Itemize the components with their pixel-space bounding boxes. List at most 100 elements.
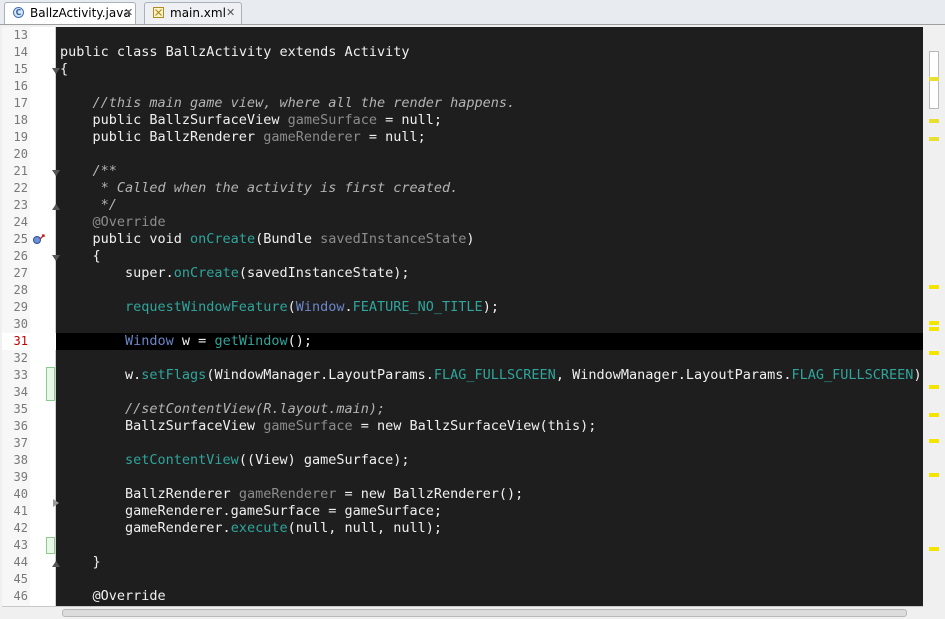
code-token: FLAG_FULLSCREEN (433, 367, 556, 383)
tab-main-xml[interactable]: main.xml ✕ (144, 2, 242, 24)
warning-marker[interactable] (929, 413, 939, 417)
code-line[interactable]: 20 (2, 146, 923, 163)
code-text: requestWindowFeature(Window.FEATURE_NO_T… (60, 299, 499, 316)
code-token: gameSurface (287, 112, 377, 128)
code-line[interactable]: 18 public BallzSurfaceView gameSurface =… (2, 112, 923, 129)
warning-marker[interactable] (929, 137, 939, 141)
code-line[interactable]: 31 Window w = getWindow(); (2, 333, 923, 350)
code-line[interactable]: 30 (2, 316, 923, 333)
code-token: extends Activity (271, 44, 410, 60)
scrollbar-thumb[interactable] (62, 609, 907, 617)
code-text: //this main game view, where all the ren… (60, 95, 516, 112)
fold-expand-icon[interactable] (52, 499, 60, 507)
warning-marker[interactable] (929, 285, 939, 289)
code-line[interactable]: 34 (2, 384, 923, 401)
code-line[interactable]: 45 (2, 571, 923, 588)
warning-marker[interactable] (929, 119, 939, 123)
code-line[interactable]: 39 (2, 469, 923, 486)
code-token: */ (60, 197, 117, 213)
code-line[interactable]: 25 public void onCreate(Bundle savedInst… (2, 231, 923, 248)
warning-marker[interactable] (929, 547, 939, 551)
line-number: 16 (13, 79, 28, 93)
code-token: { (60, 248, 101, 264)
fold-collapse-icon[interactable] (52, 254, 60, 262)
code-token: BallzRenderer (60, 486, 239, 502)
fold-collapse-icon[interactable] (52, 67, 60, 75)
code-text: } (60, 554, 101, 571)
code-token: //this main game view, where all the ren… (60, 95, 516, 111)
line-number: 42 (13, 521, 28, 535)
code-text: { (60, 61, 68, 78)
change-marker (46, 367, 55, 401)
overview-ruler[interactable] (925, 27, 943, 606)
code-line[interactable]: 41 gameRenderer.gameSurface = gameSurfac… (2, 503, 923, 520)
code-line[interactable]: 13 (2, 27, 923, 44)
code-token: = null; (376, 112, 443, 128)
tab-ballzactivity-java[interactable]: C BallzActivity.java ✕ (4, 2, 136, 24)
code-text: w.setFlags(WindowManager.LayoutParams.FL… (60, 367, 923, 384)
code-token: @Override (60, 588, 166, 604)
code-line[interactable]: 15 { (2, 61, 923, 78)
code-line[interactable]: 36 BallzSurfaceView gameSurface = new Ba… (2, 418, 923, 435)
code-token: . (344, 299, 353, 315)
warning-marker[interactable] (929, 473, 939, 477)
warning-marker[interactable] (929, 77, 939, 81)
code-token: Window (295, 299, 345, 315)
line-number: 36 (13, 419, 28, 433)
warning-marker[interactable] (929, 385, 939, 389)
line-number: 18 (13, 113, 28, 127)
editor-tab-bar: C BallzActivity.java ✕ main.xml ✕ (0, 0, 945, 25)
code-token: setContentView (60, 452, 239, 468)
code-line[interactable]: 22 * Called when the activity is first c… (2, 180, 923, 197)
warning-marker[interactable] (929, 327, 939, 331)
code-line[interactable]: 40 BallzRenderer gameRenderer = new Ball… (2, 486, 923, 503)
code-line[interactable]: 28 (2, 282, 923, 299)
warning-marker[interactable] (929, 351, 939, 355)
code-line[interactable]: 21 /** (2, 163, 923, 180)
warning-marker[interactable] (929, 321, 939, 325)
code-line[interactable]: 46 @Override (2, 588, 923, 605)
code-line[interactable]: 17 //this main game view, where all the … (2, 95, 923, 112)
horizontal-scrollbar[interactable] (2, 606, 923, 619)
code-text: BallzRenderer gameRenderer = new BallzRe… (60, 486, 523, 503)
code-token: gameRenderer (263, 129, 361, 145)
close-icon[interactable]: ✕ (226, 3, 235, 23)
code-line[interactable]: 26 { (2, 248, 923, 265)
code-token: = new BallzSurfaceView(this); (352, 418, 597, 434)
code-line[interactable]: 43 (2, 537, 923, 554)
code-token: ) (466, 231, 475, 247)
line-number: 26 (13, 249, 28, 263)
code-text: public class BallzActivity extends Activ… (60, 44, 410, 61)
fold-collapse-icon[interactable] (52, 169, 60, 177)
code-token: * Called when the activity is first crea… (60, 180, 459, 196)
code-token: } (60, 554, 101, 570)
warning-marker[interactable] (929, 439, 939, 443)
code-line[interactable]: 24 @Override (2, 214, 923, 231)
override-indicator-icon (33, 234, 45, 244)
code-token: //setContentView(R.layout.main); (60, 401, 386, 417)
line-number: 40 (13, 487, 28, 501)
line-number: 15 (13, 62, 28, 76)
code-line[interactable]: 16 (2, 78, 923, 95)
code-line[interactable]: 35 //setContentView(R.layout.main); (2, 401, 923, 418)
code-text: BallzSurfaceView gameSurface = new Ballz… (60, 418, 596, 435)
code-line[interactable]: 33 w.setFlags(WindowManager.LayoutParams… (2, 367, 923, 384)
code-line[interactable]: 38 setContentView((View) gameSurface); (2, 452, 923, 469)
code-editor[interactable]: 13 14 public class BallzActivity extends A… (2, 27, 923, 606)
code-line[interactable]: 19 public BallzRenderer gameRenderer = n… (2, 129, 923, 146)
code-text: public void onCreate(Bundle savedInstanc… (60, 231, 475, 248)
code-line[interactable]: 29 requestWindowFeature(Window.FEATURE_N… (2, 299, 923, 316)
code-token: FLAG_FULLSCREEN (791, 367, 914, 383)
code-line[interactable]: 27 super.onCreate(savedInstanceState); (2, 265, 923, 282)
line-number: 27 (13, 266, 28, 280)
code-line[interactable]: 37 (2, 435, 923, 452)
code-line[interactable]: 23 */ (2, 197, 923, 214)
code-text: @Override (60, 588, 166, 605)
code-line[interactable]: 14 public class BallzActivity extends Act… (2, 44, 923, 61)
code-line[interactable]: 32 (2, 350, 923, 367)
code-line[interactable]: 42 gameRenderer.execute(null, null, null… (2, 520, 923, 537)
code-line[interactable]: 44 } (2, 554, 923, 571)
close-icon[interactable]: ✕ (124, 3, 133, 23)
code-token: (savedInstanceState); (238, 265, 410, 281)
java-class-icon: C (13, 7, 24, 18)
